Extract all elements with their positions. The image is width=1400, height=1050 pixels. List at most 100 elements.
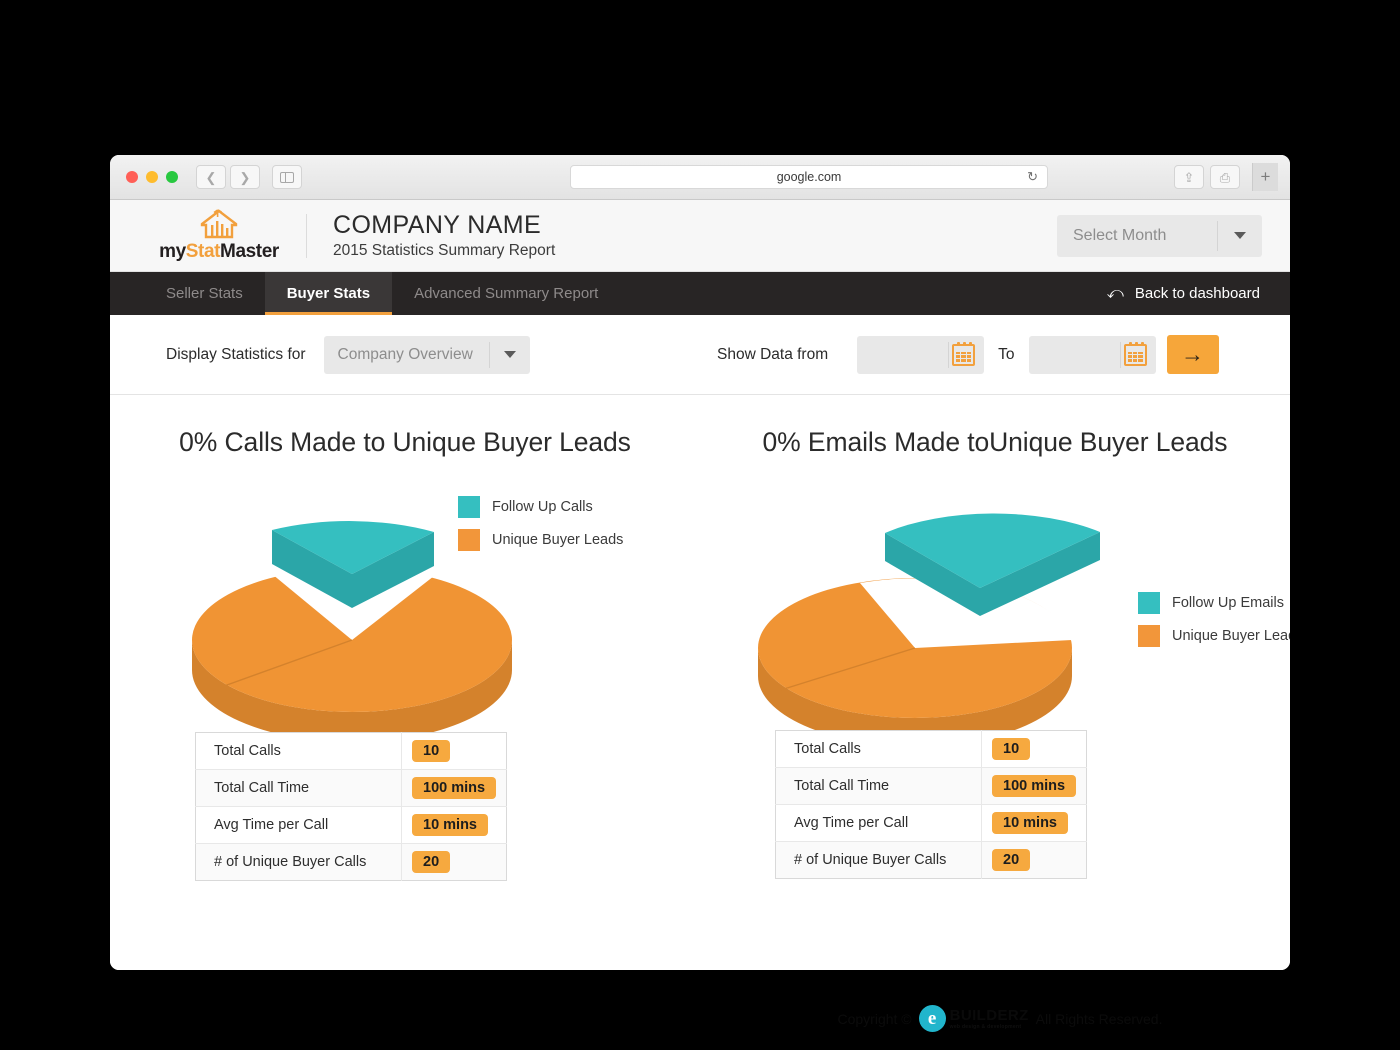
- tab-buyer-stats[interactable]: Buyer Stats: [264, 272, 393, 315]
- browser-titlebar: ❮ ❯ google.com ↻ ⇪ ⎙ +: [110, 155, 1290, 200]
- status-badge: 10 mins: [992, 812, 1068, 834]
- month-select-dropdown[interactable]: Select Month: [1057, 214, 1262, 257]
- status-badge: 20: [412, 851, 451, 873]
- report-content: 0% Calls Made to Unique Buyer Leads Foll…: [110, 395, 1290, 970]
- footer-brand-tagline: web design & development: [949, 1024, 1022, 1030]
- stat-key: Total Call Time: [195, 769, 402, 807]
- browser-toolbar-right: ⇪ ⎙ +: [1174, 163, 1278, 191]
- minimize-window-button[interactable]: [146, 171, 158, 183]
- address-bar-url: google.com: [776, 170, 842, 184]
- legend-swatch-follow-up-calls: [458, 496, 480, 518]
- stat-value-cell: 100 mins: [402, 770, 507, 807]
- display-statistics-value: Company Overview: [337, 345, 473, 363]
- caret-glyph: [1234, 232, 1246, 239]
- status-badge: 20: [992, 849, 1031, 871]
- status-badge: 10 mins: [412, 814, 488, 836]
- legend-item: Follow Up Emails: [1138, 592, 1290, 614]
- emails-pie-wrap: Follow Up Emails Unique Buyer Leads: [700, 458, 1290, 746]
- footer-brand-text: BUILDERZ: [949, 1007, 1029, 1024]
- calls-stats-table: Total Calls 10 Total Call Time 100 mins …: [195, 732, 508, 881]
- calendar-grid: [1127, 351, 1143, 362]
- forward-button[interactable]: ❯: [230, 165, 260, 189]
- browser-window: ❮ ❯ google.com ↻ ⇪ ⎙ + myStatMaster COMP…: [110, 155, 1290, 970]
- date-range-controls: Show Data from To →: [717, 335, 1219, 374]
- window-controls: [126, 171, 178, 183]
- stat-key: Avg Time per Call: [195, 806, 402, 844]
- status-badge: 10: [412, 740, 451, 762]
- back-button[interactable]: ❮: [196, 165, 226, 189]
- legend-swatch-unique-buyer-leads: [458, 529, 480, 551]
- back-to-dashboard-label: Back to dashboard: [1134, 285, 1260, 302]
- tab-seller-stats[interactable]: Seller Stats: [144, 272, 265, 315]
- emails-chart-panel: 0% Emails Made toUnique Buyer Leads Foll: [700, 395, 1290, 879]
- page-subtitle: 2015 Statistics Summary Report: [333, 242, 556, 260]
- date-to-label: To: [998, 345, 1015, 363]
- display-statistics-label: Display Statistics for: [166, 345, 306, 363]
- back-arrow-icon: ⤺: [1106, 284, 1124, 302]
- table-row: Avg Time per Call 10 mins: [195, 806, 507, 844]
- table-row: Total Call Time 100 mins: [775, 767, 1087, 805]
- legend-label-unique-buyer-leads: Unique Buyer Leads: [492, 532, 624, 548]
- logo[interactable]: myStatMaster: [144, 208, 294, 263]
- close-window-button[interactable]: [126, 171, 138, 183]
- date-from-input[interactable]: [857, 335, 985, 374]
- footer-copyright-suffix: All Rights Reserved.: [1035, 1010, 1163, 1027]
- calls-chart-panel: 0% Calls Made to Unique Buyer Leads Foll…: [110, 395, 700, 881]
- stat-key: Avg Time per Call: [775, 804, 982, 842]
- arrow-right-icon: →: [1181, 341, 1205, 367]
- stat-key: # of Unique Buyer Calls: [195, 843, 402, 881]
- header-titles: COMPANY NAME 2015 Statistics Summary Rep…: [333, 211, 555, 261]
- maximize-window-button[interactable]: [166, 171, 178, 183]
- tab-overview-icon[interactable]: ⎙: [1210, 165, 1240, 189]
- browser-nav-buttons: ❮ ❯: [196, 165, 260, 189]
- apply-date-range-button[interactable]: →: [1166, 335, 1219, 374]
- ebuilderz-logo[interactable]: e BUILDERZ web design & development: [918, 1005, 1029, 1032]
- stat-value-cell: 10 mins: [982, 805, 1087, 842]
- legend-item: Unique Buyer Leads: [1138, 625, 1290, 647]
- house-chart-icon: [188, 208, 250, 240]
- back-to-dashboard-link[interactable]: ⤺ Back to dashboard: [1107, 272, 1260, 315]
- caret-glyph: [503, 351, 516, 358]
- calendar-icon[interactable]: [1123, 341, 1147, 366]
- month-select-value: Select Month: [1073, 226, 1167, 244]
- calendar-grid: [956, 351, 972, 362]
- legend-label-follow-up-emails: Follow Up Emails: [1172, 595, 1284, 611]
- table-row: Avg Time per Call 10 mins: [775, 804, 1087, 842]
- emails-legend: Follow Up Emails Unique Buyer Leads: [1138, 592, 1290, 647]
- header-divider: [306, 213, 307, 258]
- filter-bar: Display Statistics for Company Overview …: [110, 315, 1290, 395]
- chevron-down-icon[interactable]: [1218, 232, 1262, 239]
- stat-value-cell: 10: [982, 731, 1087, 768]
- logo-text: myStatMaster: [159, 241, 279, 263]
- footer: Copyright © e BUILDERZ web design & deve…: [700, 1005, 1300, 1032]
- logo-text-master: Master: [220, 241, 279, 262]
- calendar-icon[interactable]: [952, 341, 976, 366]
- status-badge: 10: [992, 738, 1031, 760]
- page-title: COMPANY NAME: [333, 210, 542, 239]
- address-bar[interactable]: google.com ↻: [570, 165, 1048, 189]
- app-header: myStatMaster COMPANY NAME 2015 Statistic…: [110, 200, 1290, 272]
- tab-advanced-summary-report[interactable]: Advanced Summary Report: [392, 272, 620, 315]
- footer-brand-name: BUILDERZ web design & development: [950, 1007, 1029, 1030]
- e-badge-icon: e: [918, 1005, 946, 1032]
- date-to-input[interactable]: [1028, 335, 1156, 374]
- display-statistics-dropdown[interactable]: Company Overview: [323, 335, 530, 374]
- logo-text-stat: Stat: [185, 241, 221, 262]
- chevron-down-icon[interactable]: [490, 351, 530, 358]
- status-badge: 100 mins: [992, 775, 1077, 797]
- date-to-divider: [1119, 341, 1121, 368]
- stat-value-cell: 100 mins: [982, 768, 1087, 805]
- status-badge: 100 mins: [412, 777, 497, 799]
- share-icon[interactable]: ⇪: [1174, 165, 1204, 189]
- calls-legend: Follow Up Calls Unique Buyer Leads: [458, 496, 623, 551]
- legend-item: Unique Buyer Leads: [458, 529, 623, 551]
- stat-key: # of Unique Buyer Calls: [775, 841, 982, 879]
- legend-swatch-follow-up-emails: [1138, 592, 1160, 614]
- stat-value-cell: 20: [982, 842, 1087, 879]
- sidebar-toggle-icon[interactable]: [272, 165, 302, 189]
- new-tab-button[interactable]: +: [1252, 163, 1278, 191]
- show-data-from-label: Show Data from: [717, 345, 829, 363]
- stat-value-cell: 20: [402, 844, 507, 881]
- emails-stats-table: Total Calls 10 Total Call Time 100 mins …: [775, 730, 1088, 879]
- reload-icon[interactable]: ↻: [1027, 169, 1038, 185]
